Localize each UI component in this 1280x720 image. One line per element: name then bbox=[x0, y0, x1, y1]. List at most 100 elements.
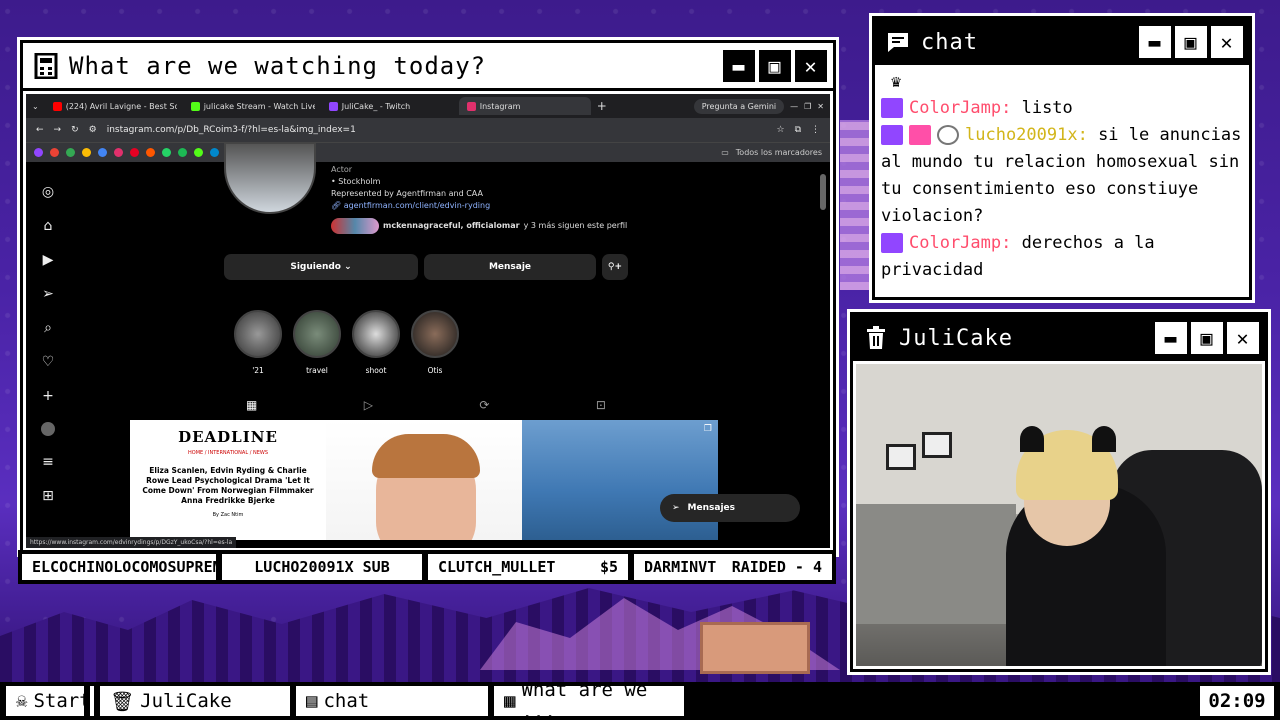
start-label: Start bbox=[33, 690, 91, 712]
bookmark-icon[interactable] bbox=[210, 148, 219, 157]
extensions-icon[interactable]: ⧉ bbox=[795, 125, 801, 135]
maximize-button[interactable]: ▣ bbox=[1191, 322, 1223, 354]
bookmark-icon[interactable] bbox=[34, 148, 43, 157]
more-menu-icon[interactable]: ≡ bbox=[42, 454, 54, 470]
window-close-icon[interactable]: ✕ bbox=[817, 102, 824, 111]
ticker-amount: $5 bbox=[599, 558, 618, 576]
minimize-button[interactable]: ▬ bbox=[1139, 26, 1171, 58]
main-window-titlebar[interactable]: What are we watching today? ▬ ▣ ✕ bbox=[23, 43, 833, 91]
meta-icon[interactable]: ⊞ bbox=[42, 488, 54, 504]
minimize-button[interactable]: ▬ bbox=[723, 49, 755, 82]
tab-kick[interactable]: julicake Stream - Watch Live bbox=[183, 97, 315, 115]
search-icon[interactable]: ⌕ bbox=[44, 320, 52, 336]
following-button[interactable]: Siguiendo ⌄ bbox=[224, 254, 418, 280]
post-byline: By Zac Ntim bbox=[212, 512, 244, 518]
bookmark-icon[interactable] bbox=[66, 148, 75, 157]
cat-badge-icon bbox=[937, 125, 959, 145]
close-button[interactable]: ✕ bbox=[795, 49, 827, 82]
post-sea[interactable]: ❐ bbox=[522, 420, 718, 540]
tab-twitch[interactable]: JuliCake_ - Twitch bbox=[321, 97, 453, 115]
tagged-icon[interactable]: ⊡ bbox=[596, 398, 606, 412]
cam-picture-frame bbox=[886, 444, 916, 470]
calculator-icon bbox=[33, 52, 59, 79]
chat-username[interactable]: lucho20091x: bbox=[965, 125, 1088, 145]
bio-link-row[interactable]: 🔗︎ agentfirman.com/client/edvin-ryding bbox=[331, 200, 627, 212]
home-icon[interactable]: ⌂ bbox=[44, 218, 53, 234]
heart-icon[interactable]: ♡ bbox=[42, 354, 55, 370]
scrollbar[interactable] bbox=[820, 174, 826, 210]
window-restore-icon[interactable]: ❐ bbox=[804, 102, 811, 111]
twitch-badge-icon bbox=[881, 233, 903, 253]
window-minimize-icon[interactable]: — bbox=[790, 102, 798, 111]
back-icon[interactable]: ← bbox=[36, 125, 44, 135]
star-icon[interactable]: ☆ bbox=[776, 125, 784, 135]
reels-icon[interactable]: ▶ bbox=[43, 252, 54, 268]
bookmark-icon[interactable] bbox=[82, 148, 91, 157]
highlight-item[interactable]: shoot bbox=[352, 310, 400, 375]
post-masthead: DEADLINE bbox=[178, 428, 278, 446]
address-bar-row: ← → ↻ ⚙ instagram.com/p/Db_RCoim3-f/?hl=… bbox=[26, 118, 830, 142]
highlight-item[interactable]: '21 bbox=[234, 310, 282, 375]
message-button[interactable]: Mensaje bbox=[424, 254, 596, 280]
trash-icon bbox=[863, 325, 889, 351]
create-plus-icon[interactable]: + bbox=[42, 388, 54, 404]
site-info-icon[interactable]: ⚙ bbox=[89, 125, 97, 135]
chat-titlebar[interactable]: chat ▬ ▣ ✕ bbox=[875, 19, 1249, 65]
cam-picture-frame bbox=[922, 432, 952, 458]
instagram-logo-icon[interactable]: ◎ bbox=[42, 184, 54, 200]
close-button[interactable]: ✕ bbox=[1227, 322, 1259, 354]
forward-icon[interactable]: → bbox=[54, 125, 62, 135]
close-button[interactable]: ✕ bbox=[1211, 26, 1243, 58]
maximize-button[interactable]: ▣ bbox=[1175, 26, 1207, 58]
post-deadline[interactable]: DEADLINE HOME / INTERNATIONAL / NEWS Eli… bbox=[130, 420, 326, 540]
add-user-icon[interactable]: ⚲+ bbox=[602, 254, 628, 280]
bookmark-icon[interactable] bbox=[130, 148, 139, 157]
taskbar-item-main[interactable]: ▦ What are we ... bbox=[494, 679, 684, 720]
menu-dots-icon[interactable]: ⋮ bbox=[811, 125, 820, 135]
reload-icon[interactable]: ↻ bbox=[71, 125, 79, 135]
messages-pill[interactable]: ➢ Mensajes bbox=[660, 494, 800, 522]
minimize-button[interactable]: ▬ bbox=[1155, 322, 1187, 354]
highlight-item[interactable]: travel bbox=[293, 310, 341, 375]
pixel-column bbox=[840, 120, 870, 290]
bookmark-icon[interactable] bbox=[114, 148, 123, 157]
messages-label: Mensajes bbox=[687, 503, 735, 513]
followed-by[interactable]: mckennagraceful, officialomar y 3 más si… bbox=[331, 218, 627, 234]
bookmark-icon[interactable] bbox=[98, 148, 107, 157]
profile-avatar[interactable] bbox=[41, 422, 55, 436]
webcam-window: JuliCake ▬ ▣ ✕ bbox=[850, 312, 1268, 672]
tab-search-icon[interactable]: ⌄ bbox=[32, 102, 39, 111]
chat-username[interactable]: ColorJamp: bbox=[909, 98, 1011, 118]
maximize-button[interactable]: ▣ bbox=[759, 49, 791, 82]
reposts-icon[interactable]: ⟳ bbox=[479, 398, 489, 412]
tab-instagram[interactable]: Instagram bbox=[458, 97, 591, 115]
post-portrait[interactable] bbox=[326, 420, 522, 540]
taskbar-separator bbox=[90, 686, 94, 716]
gemini-button[interactable]: Pregunta a Gemini bbox=[693, 98, 785, 114]
folder-icon: ▭ bbox=[721, 148, 729, 157]
post-section: HOME / INTERNATIONAL / NEWS bbox=[188, 450, 268, 456]
taskbar-item-julicake[interactable]: 🗑︎ JuliCake bbox=[100, 686, 290, 716]
bookmark-icon[interactable] bbox=[162, 148, 171, 157]
post-headline: Eliza Scanlen, Edvin Ryding & Charlie Ro… bbox=[142, 466, 314, 505]
url-field[interactable]: instagram.com/p/Db_RCoim3-f/?hl=es-la&im… bbox=[107, 125, 356, 135]
tab-youtube[interactable]: (224) Avril Lavigne - Best So bbox=[45, 97, 177, 115]
bookmark-icon[interactable] bbox=[178, 148, 187, 157]
webcam-titlebar[interactable]: JuliCake ▬ ▣ ✕ bbox=[853, 315, 1265, 361]
chat-username[interactable]: ColorJamp: bbox=[909, 233, 1011, 253]
main-window-title: What are we watching today? bbox=[69, 51, 487, 80]
bookmark-icon[interactable] bbox=[50, 148, 59, 157]
highlight-item[interactable]: Otis bbox=[411, 310, 459, 375]
grid-icon[interactable]: ▦ bbox=[246, 398, 257, 412]
start-button[interactable]: ☠ Start bbox=[6, 686, 91, 716]
skull-icon: ☠ bbox=[16, 690, 28, 712]
all-bookmarks-link[interactable]: Todos los marcadores bbox=[736, 148, 822, 157]
bookmark-icon[interactable] bbox=[194, 148, 203, 157]
reels-tab-icon[interactable]: ▷ bbox=[364, 398, 373, 412]
instagram-icon bbox=[466, 101, 476, 111]
bookmark-icon[interactable] bbox=[146, 148, 155, 157]
taskbar-item-chat[interactable]: ▤ chat bbox=[296, 686, 488, 716]
direct-icon[interactable]: ➢ bbox=[42, 286, 54, 302]
new-tab-plus-icon[interactable]: + bbox=[597, 99, 607, 113]
bio-link[interactable]: agentfirman.com/client/edvin-ryding bbox=[344, 201, 490, 210]
